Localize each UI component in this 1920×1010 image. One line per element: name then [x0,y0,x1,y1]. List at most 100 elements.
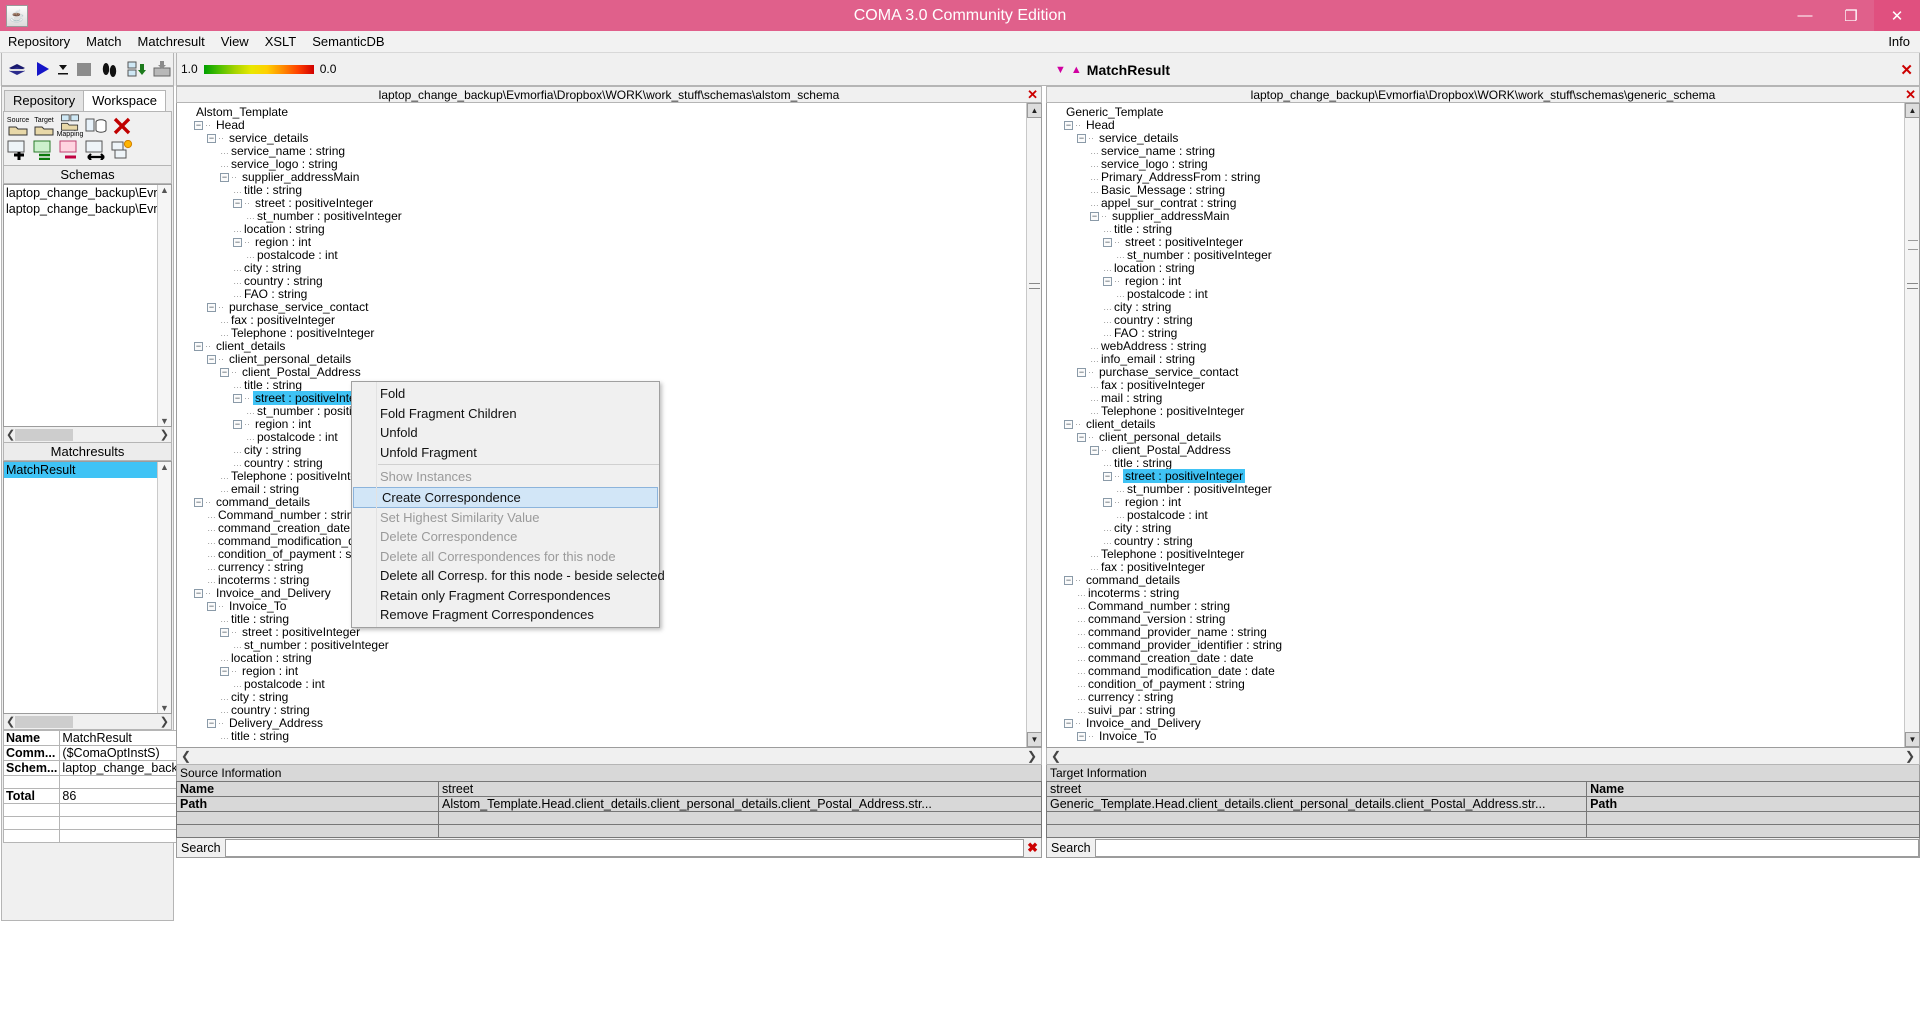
import-schema-icon[interactable] [124,57,147,82]
target-tree-hscrollbar[interactable]: ❮ ❯ [1046,748,1920,765]
tree-node[interactable]: − ·· Head [181,119,1041,132]
collapse-toggle-icon[interactable]: − [220,667,229,677]
collapse-toggle-icon[interactable]: − [1103,472,1112,482]
collapse-toggle-icon[interactable]: − [220,628,229,638]
matchresults-list-hscrollbar[interactable]: ❮ ❯ [3,714,172,730]
save-to-db-icon[interactable] [84,114,108,138]
tree-node[interactable]: … postalcode : int [181,678,1041,691]
window-resize-grip[interactable] [1908,240,1918,250]
collapse-toggle-icon[interactable]: − [1077,368,1086,378]
scroll-right-icon[interactable]: ❯ [1905,749,1915,763]
subtract-matchresult-icon[interactable] [58,138,82,162]
footprints-icon[interactable] [98,57,121,82]
context-menu-item[interactable]: Create Correspondence [353,486,658,508]
tree-node[interactable]: − ·· Head [1051,119,1919,132]
scroll-thumb[interactable] [1907,283,1918,289]
tree-node[interactable]: Alstom_Template [181,106,1041,119]
matchresults-list-scrollbar[interactable]: ▲ ▼ [157,462,171,713]
tree-node[interactable]: − ·· supplier_addressMain [181,171,1041,184]
collapse-toggle-icon[interactable]: − [194,121,203,131]
scroll-left-icon[interactable]: ❮ [181,749,191,763]
scroll-left-icon[interactable]: ❮ [6,428,15,441]
source-search-input[interactable] [224,838,1025,857]
menu-xslt[interactable]: XSLT [257,32,305,51]
collapse-toggle-icon[interactable]: − [1090,212,1099,222]
hscroll-thumb[interactable] [15,428,74,441]
tree-node[interactable]: … postalcode : int [181,249,1041,262]
run-dropdown-icon[interactable] [57,57,69,82]
add-matchresult-icon[interactable] [6,138,30,162]
close-button[interactable]: ✕ [1874,0,1920,31]
collapse-toggle-icon[interactable]: − [1077,433,1086,443]
collapse-toggle-icon[interactable]: − [1064,121,1073,131]
compare-matchresult-icon[interactable] [84,138,108,162]
maximize-button[interactable]: ❐ [1828,0,1874,31]
collapse-toggle-icon[interactable]: − [1090,446,1099,456]
schema-list-item[interactable]: laptop_change_backup\Evmorfi [4,201,171,217]
menu-repository[interactable]: Repository [0,32,78,51]
context-menu-item[interactable]: Unfold [352,423,659,443]
schemas-list-hscrollbar[interactable]: ❮ ❯ [3,427,172,443]
collapse-toggle-icon[interactable]: − [233,238,242,248]
collapse-toggle-icon[interactable]: − [1077,134,1086,144]
delete-red-x-icon[interactable] [110,114,134,138]
collapse-toggle-icon[interactable]: − [233,420,242,430]
collapse-toggle-icon[interactable]: − [194,342,203,352]
scroll-left-icon[interactable]: ❮ [1051,749,1061,763]
mapping-folder-icon[interactable]: Mapping [57,114,83,138]
tree-node[interactable]: − ·· client_Postal_Address [181,366,1041,379]
stop-icon[interactable] [72,57,95,82]
collapse-toggle-icon[interactable]: − [1064,576,1073,586]
scroll-down-icon[interactable]: ▼ [160,703,169,713]
menu-semanticdb[interactable]: SemanticDB [304,32,392,51]
context-menu-item[interactable]: Delete all Corresp. for this node - besi… [352,566,665,586]
target-folder-icon[interactable]: Target [32,114,56,138]
schemas-list-scrollbar[interactable]: ▲ ▼ [157,185,171,426]
hscroll-thumb[interactable] [15,715,74,728]
minimize-button[interactable]: — [1782,0,1828,31]
target-tree-vscrollbar[interactable]: ▲ ▼ [1904,103,1919,747]
tree-node[interactable]: − ·· Delivery_Address [181,717,1041,730]
collapse-toggle-icon[interactable]: − [1064,420,1073,430]
context-menu-item[interactable]: Remove Fragment Correspondences [352,605,659,625]
collapse-toggle-icon[interactable]: − [1103,498,1112,508]
repository-stack-icon[interactable] [5,57,28,82]
tab-repository[interactable]: Repository [4,90,85,111]
collapse-toggle-icon[interactable]: − [1077,732,1086,742]
run-match-icon[interactable] [31,57,54,82]
collapse-toggle-icon[interactable]: − [207,134,216,144]
collapse-toggle-icon[interactable]: − [220,368,229,378]
scroll-right-icon[interactable]: ❯ [160,715,169,728]
target-search-input[interactable] [1094,838,1919,857]
tree-node[interactable]: Generic_Template [1051,106,1919,119]
clear-source-search-icon[interactable]: ✖ [1024,840,1041,856]
tree-node-context-menu[interactable]: Fold Fold Fragment Children Unfold Unfold F… [351,381,665,628]
menu-info[interactable]: Info [1878,32,1920,51]
collapse-toggle-icon[interactable]: − [233,394,242,404]
tree-node[interactable]: − ·· Invoice_and_Delivery [1051,717,1919,730]
equal-matchresult-icon[interactable] [32,138,56,162]
close-target-pane-icon[interactable]: ✕ [1905,87,1916,103]
scroll-up-icon[interactable]: ▲ [160,185,169,195]
tree-node[interactable]: … Telephone : positiveInteger [1051,405,1919,418]
menu-view[interactable]: View [213,32,257,51]
tree-node[interactable]: … fax : positiveInteger [1051,379,1919,392]
source-folder-icon[interactable]: Source [6,114,30,138]
tree-node[interactable]: … location : string [181,652,1041,665]
scroll-down-icon[interactable]: ▼ [1905,732,1919,747]
tree-node[interactable]: … postalcode : int [1051,288,1919,301]
tree-node[interactable]: … country : string [181,275,1041,288]
scroll-right-icon[interactable]: ❯ [1027,749,1037,763]
collapse-toggle-icon[interactable]: − [207,303,216,313]
collapse-toggle-icon[interactable]: − [207,719,216,729]
tree-node[interactable]: … title : string [181,730,1041,743]
collapse-toggle-icon[interactable]: − [194,589,203,599]
scroll-up-icon[interactable]: ▲ [1905,103,1919,118]
tree-node[interactable]: … country : string [1051,314,1919,327]
collapse-toggle-icon[interactable]: − [194,498,203,508]
collapse-toggle-icon[interactable]: − [207,355,216,365]
export-schema-icon[interactable] [150,57,173,82]
schemas-list[interactable]: laptop_change_backup\Evmorfi laptop_chan… [3,184,172,427]
new-matchresult-icon[interactable] [110,138,134,162]
matchresult-list-item[interactable]: MatchResult [4,462,171,478]
